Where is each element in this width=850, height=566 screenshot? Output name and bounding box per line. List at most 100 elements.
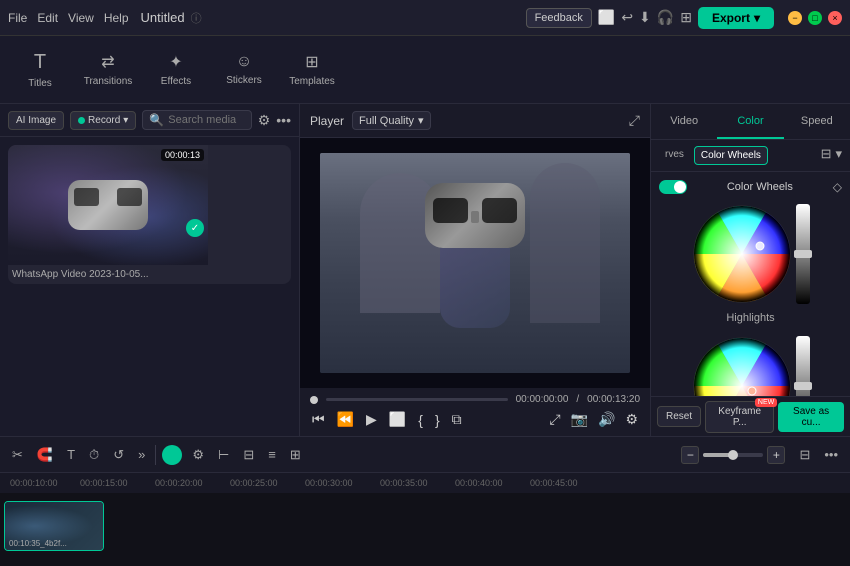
player-area xyxy=(300,138,650,388)
in-point-button[interactable]: { xyxy=(416,410,425,430)
cut-tool[interactable]: ✂ xyxy=(8,445,27,465)
stickers-icon: ☺ xyxy=(236,53,252,71)
search-icon: 🔍 xyxy=(149,113,164,127)
sub-tab-colorwheels[interactable]: Color Wheels xyxy=(694,146,768,165)
app-menu: File Edit View Help xyxy=(8,11,129,25)
tool-titles[interactable]: T Titles xyxy=(8,41,72,99)
app-title: Untitled xyxy=(141,10,185,25)
record-timeline-button[interactable] xyxy=(162,445,182,465)
export-button[interactable]: Export ▾ xyxy=(698,7,774,29)
video-frame xyxy=(320,153,630,373)
info-icon: ⓘ xyxy=(191,10,202,26)
text-tool[interactable]: T xyxy=(63,445,79,464)
reset-button[interactable]: Reset xyxy=(657,406,701,427)
menu-help[interactable]: Help xyxy=(104,11,129,25)
volume-button[interactable]: 🔊 xyxy=(596,409,617,430)
tab-video[interactable]: Video xyxy=(651,104,717,139)
fullscreen-button[interactable]: ⤢ xyxy=(547,409,562,430)
split-button[interactable]: ⧉ xyxy=(450,409,464,430)
timer-tool[interactable]: ⏱ xyxy=(85,445,103,465)
stop-button[interactable]: ⬜ xyxy=(387,409,408,430)
settings-tool[interactable]: ⚙ xyxy=(188,445,208,465)
split-tool[interactable]: ⊢ xyxy=(214,445,233,465)
highlights-wheel[interactable] xyxy=(692,204,792,304)
thumbnail-inner xyxy=(8,145,208,265)
ruler-mark-1: 00:00:15:00 xyxy=(80,478,128,488)
window-controls: − □ × xyxy=(788,11,842,25)
media-item[interactable]: 00:00:13 ✓ WhatsApp Video 2023-10-05... xyxy=(8,145,291,284)
color-wheels-toggle[interactable] xyxy=(659,180,687,194)
color-wheels-header: Color Wheels ◇ xyxy=(659,180,842,194)
restore-icon: ↩ xyxy=(621,9,633,26)
toggle-dot xyxy=(674,181,686,193)
search-input[interactable] xyxy=(168,114,244,126)
settings-button[interactable]: ⚙ xyxy=(623,409,640,430)
more-tools[interactable]: » xyxy=(134,445,149,464)
progress-bar[interactable] xyxy=(326,398,508,401)
fullscreen-icon[interactable]: ⤢ xyxy=(629,112,640,129)
tab-color[interactable]: Color xyxy=(717,104,783,139)
progress-dot[interactable] xyxy=(310,396,318,404)
repeat-tool[interactable]: ↺ xyxy=(109,445,128,465)
midtones-wheel-wrapper: Midtones xyxy=(659,336,842,396)
zoom-out-button[interactable]: − xyxy=(681,446,699,464)
chevron-down-icon[interactable]: ▾ xyxy=(835,146,842,165)
zoom-in-button[interactable]: + xyxy=(767,446,785,464)
chevron-down-icon: ▾ xyxy=(123,115,128,126)
filter-icon[interactable]: ⚙ xyxy=(258,112,271,129)
more-options-button[interactable]: ••• xyxy=(820,445,842,464)
ai-image-button[interactable]: AI Image xyxy=(8,111,64,130)
toolbar-separator xyxy=(155,445,156,465)
minimize-button[interactable]: − xyxy=(788,11,802,25)
layout-icon[interactable]: ⊟ xyxy=(821,146,832,165)
feedback-button[interactable]: Feedback xyxy=(526,8,592,28)
more-icon[interactable]: ••• xyxy=(276,112,291,128)
timeline-toolbar: ✂ 🧲 T ⏱ ↺ » ⚙ ⊢ ⊟ ≡ ⊞ − + ⊟ ••• xyxy=(0,437,850,473)
tool-transitions[interactable]: ⇄ Transitions xyxy=(76,41,140,99)
track-tool[interactable]: ⊞ xyxy=(286,445,305,465)
menu-file[interactable]: File xyxy=(8,11,27,25)
midtones-wheel[interactable] xyxy=(692,336,792,396)
track-clip[interactable]: 00:10:35_4b2f... xyxy=(4,501,104,551)
tool-effects[interactable]: ✦ Effects xyxy=(144,41,208,99)
zoom-slider[interactable] xyxy=(703,453,763,457)
sub-tab-curves[interactable]: rves xyxy=(659,146,690,165)
tab-speed[interactable]: Speed xyxy=(784,104,850,139)
play-button[interactable]: ▶ xyxy=(364,409,379,430)
delete-tool[interactable]: ⊟ xyxy=(239,445,258,465)
tool-stickers[interactable]: ☺ Stickers xyxy=(212,41,276,99)
color-wheels-title: Color Wheels xyxy=(727,181,793,193)
record-button[interactable]: Record ▾ xyxy=(70,111,136,130)
tool-templates[interactable]: ⊞ Templates xyxy=(280,41,344,99)
save-custom-button[interactable]: Save as cu... xyxy=(778,402,844,432)
keyframe-button[interactable]: Keyframe P... NEW xyxy=(705,401,774,433)
magnet-tool[interactable]: 🧲 xyxy=(33,445,57,465)
maximize-button[interactable]: □ xyxy=(808,11,822,25)
ripple-tool[interactable]: ≡ xyxy=(264,445,280,464)
ruler-mark-3: 00:00:25:00 xyxy=(230,478,278,488)
highlights-slider[interactable] xyxy=(796,204,810,304)
right-footer: Reset Keyframe P... NEW Save as cu... xyxy=(651,396,850,436)
keyframe-badge: NEW xyxy=(755,398,777,407)
midtones-container xyxy=(692,336,810,396)
media-item-name: WhatsApp Video 2023-10-05... xyxy=(8,265,291,284)
out-point-button[interactable]: } xyxy=(433,410,442,430)
ruler-mark-7: 00:00:45:00 xyxy=(530,478,578,488)
timeline-tracks: 00:10:35_4b2f... xyxy=(0,493,850,566)
check-badge: ✓ xyxy=(186,219,204,237)
snapshot-button[interactable]: 📷 xyxy=(569,409,590,430)
midtones-slider[interactable] xyxy=(796,336,810,396)
close-button[interactable]: × xyxy=(828,11,842,25)
quality-dropdown[interactable]: Full Quality ▾ xyxy=(352,111,431,130)
menu-edit[interactable]: Edit xyxy=(37,11,58,25)
skip-back-button[interactable]: ⏮ xyxy=(310,409,327,430)
chevron-down-icon: ▾ xyxy=(418,114,424,127)
diamond-icon[interactable]: ◇ xyxy=(833,180,842,194)
layout-button[interactable]: ⊟ xyxy=(795,445,814,465)
frame-back-button[interactable]: ⏪ xyxy=(335,409,356,430)
menu-view[interactable]: View xyxy=(68,11,94,25)
main-content: AI Image Record ▾ 🔍 ⚙ ••• xyxy=(0,104,850,436)
progress-row: 00:00:00:00 / 00:00:13:20 xyxy=(310,394,640,405)
titles-label: Titles xyxy=(28,78,52,89)
controls-row: ⏮ ⏪ ▶ ⬜ { } ⧉ ⤢ 📷 🔊 ⚙ xyxy=(310,409,640,430)
